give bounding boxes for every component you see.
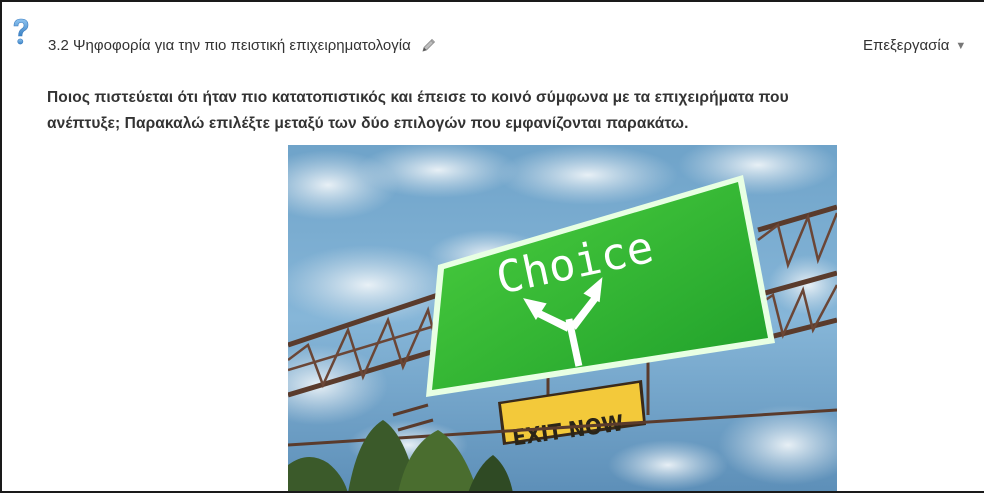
choice-sign-illustration: Choice EXIT NOW — [288, 145, 837, 491]
question-header: 3.2 Ψηφοφορία για την πιο πειστική επιχε… — [2, 2, 984, 54]
pencil-icon[interactable] — [421, 37, 437, 53]
caret-down-icon: ▼ — [955, 40, 967, 52]
edit-menu-label: Επεξεργασία — [863, 37, 950, 54]
question-title-text: 3.2 Ψηφοφορία για την πιο πειστική επιχε… — [48, 37, 411, 54]
question-title: 3.2 Ψηφοφορία για την πιο πειστική επιχε… — [48, 37, 437, 54]
question-panel: 3.2 Ψηφοφορία για την πιο πειστική επιχε… — [0, 0, 984, 493]
question-mark-icon[interactable] — [11, 18, 31, 48]
question-text-line-1: Ποιος πιστεύεται ότι ήταν πιο κατατοπιστ… — [47, 89, 789, 106]
question-text-line-2: ανέπτυξε; Παρακαλώ επιλέξτε μεταξύ των δ… — [47, 115, 689, 132]
edit-menu-button[interactable]: Επεξεργασία ▼ — [863, 37, 966, 54]
question-text: Ποιος πιστεύεται ότι ήταν πιο κατατοπιστ… — [47, 85, 984, 137]
choice-sign-image: Choice EXIT NOW — [288, 145, 837, 491]
